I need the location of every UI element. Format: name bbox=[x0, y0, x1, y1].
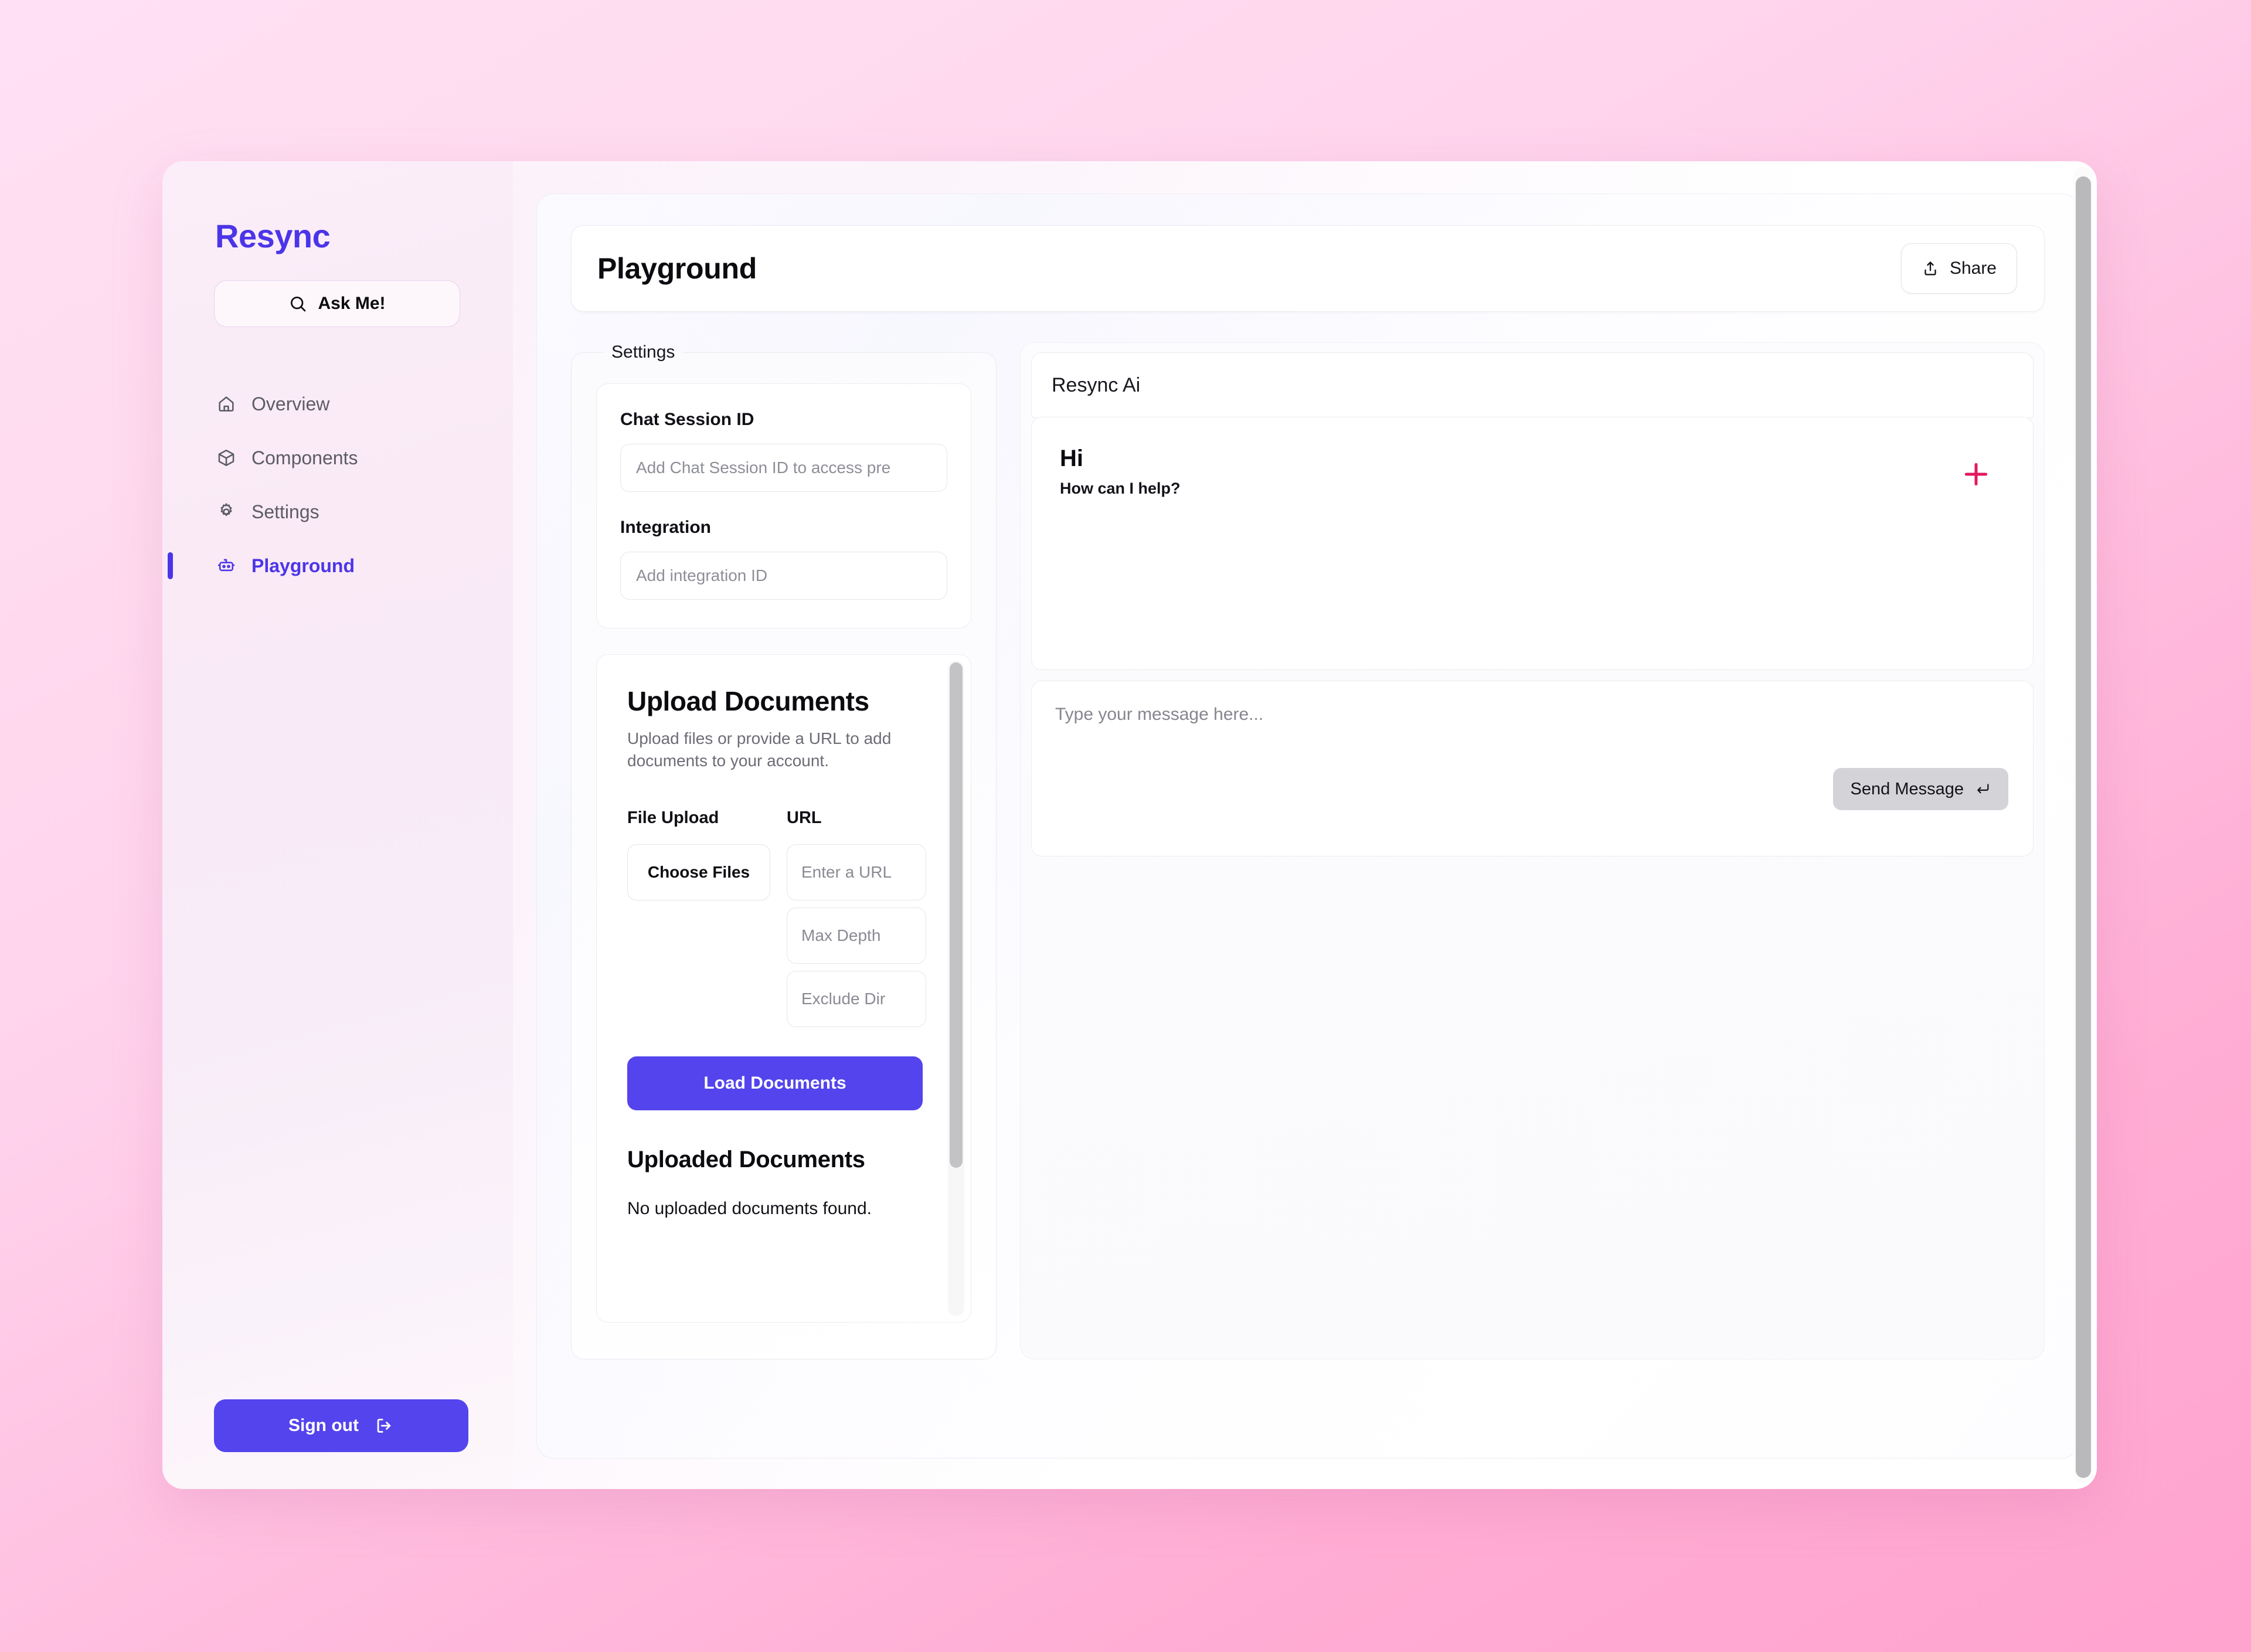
send-message-label: Send Message bbox=[1850, 779, 1964, 798]
share-button[interactable]: Share bbox=[1900, 243, 2017, 294]
upload-documents-content: Upload Documents Upload files or provide… bbox=[597, 655, 971, 1322]
settings-panel: Settings Chat Session ID Integration Upl… bbox=[571, 342, 997, 1359]
load-documents-button[interactable]: Load Documents bbox=[627, 1056, 923, 1111]
assistant-name: Resync Ai bbox=[1052, 373, 1141, 396]
sign-out-button[interactable]: Sign out bbox=[214, 1399, 468, 1452]
main-card: Playground Share Settings Chat Session I… bbox=[536, 193, 2079, 1459]
page-header: Playground Share bbox=[571, 225, 2045, 312]
chat-panel: Resync Ai Hi How can I help? Type your m… bbox=[1020, 342, 2045, 1359]
upload-documents-description: Upload files or provide a URL to add doc… bbox=[627, 729, 892, 770]
plus-icon[interactable] bbox=[1960, 458, 1992, 490]
active-indicator bbox=[168, 552, 173, 579]
url-label: URL bbox=[787, 808, 822, 828]
chat-session-id-label: Chat Session ID bbox=[620, 410, 754, 429]
upload-documents-title: Upload Documents bbox=[627, 686, 869, 716]
greeting-title: Hi bbox=[1060, 446, 1083, 471]
sidebar-item-label: Overview bbox=[251, 393, 330, 414]
exclude-dirs-input[interactable] bbox=[787, 971, 926, 1028]
sidebar-item-components[interactable]: Components bbox=[162, 431, 513, 485]
url-column: URL bbox=[787, 808, 926, 1028]
uploaded-documents-empty: No uploaded documents found. bbox=[627, 1199, 872, 1219]
file-upload-column: File Upload Choose Files bbox=[627, 808, 770, 1027]
file-upload-label: File Upload bbox=[627, 808, 719, 828]
choose-files-button[interactable]: Choose Files bbox=[627, 844, 770, 901]
greeting-subtitle: How can I help? bbox=[1060, 480, 1181, 497]
main-region: Playground Share Settings Chat Session I… bbox=[513, 161, 2097, 1489]
robot-icon bbox=[215, 555, 237, 577]
send-message-button[interactable]: Send Message bbox=[1832, 768, 2008, 810]
sidebar-item-overview[interactable]: Overview bbox=[162, 377, 513, 431]
uploaded-documents-title: Uploaded Documents bbox=[627, 1147, 865, 1173]
window-scrollbar-track[interactable] bbox=[2073, 167, 2093, 1483]
upload-inputs-grid: File Upload Choose Files URL bbox=[627, 808, 943, 1028]
sidebar-item-label: Settings bbox=[251, 501, 319, 522]
search-icon bbox=[288, 294, 307, 313]
sign-out-label: Sign out bbox=[288, 1416, 359, 1435]
upload-scrollbar-track[interactable] bbox=[948, 661, 964, 1316]
home-icon bbox=[215, 393, 237, 415]
chat-session-id-input[interactable] bbox=[620, 444, 947, 492]
ask-me-button[interactable]: Ask Me! bbox=[214, 280, 460, 327]
sidebar-item-label: Components bbox=[251, 447, 358, 468]
window-scrollbar-thumb[interactable] bbox=[2076, 176, 2091, 1478]
chat-thread: Hi How can I help? bbox=[1031, 417, 2034, 670]
upload-scrollbar-thumb[interactable] bbox=[950, 662, 963, 1168]
chat-composer: Send Message bbox=[1031, 681, 2034, 856]
share-icon bbox=[1922, 260, 1939, 277]
enter-return-icon bbox=[1974, 781, 1991, 797]
playground-body: Settings Chat Session ID Integration Upl… bbox=[571, 342, 2045, 1359]
sidebar-item-settings[interactable]: Settings bbox=[162, 485, 513, 539]
integration-label: Integration bbox=[620, 518, 711, 537]
upload-documents-card: Upload Documents Upload files or provide… bbox=[596, 654, 971, 1323]
share-label: Share bbox=[1949, 259, 1997, 278]
sidebar-item-playground[interactable]: Playground bbox=[162, 539, 513, 593]
logout-icon bbox=[374, 1416, 394, 1436]
max-depth-input[interactable] bbox=[787, 907, 926, 964]
url-input[interactable] bbox=[787, 844, 926, 901]
ask-me-label: Ask Me! bbox=[318, 294, 386, 313]
sidebar: Resync Ask Me! Overview Components Setti… bbox=[162, 161, 513, 1489]
session-settings-card: Chat Session ID Integration bbox=[596, 383, 971, 628]
brand-logo: Resync bbox=[215, 217, 331, 254]
sidebar-item-label: Playground bbox=[251, 555, 355, 576]
app-window: Resync Ask Me! Overview Components Setti… bbox=[162, 161, 2097, 1489]
chat-header: Resync Ai bbox=[1031, 352, 2034, 418]
message-input[interactable] bbox=[1055, 705, 2007, 752]
sidebar-nav: Overview Components Settings Playground bbox=[162, 377, 513, 593]
page-title: Playground bbox=[597, 252, 757, 285]
settings-legend: Settings bbox=[611, 342, 675, 362]
integration-id-input[interactable] bbox=[620, 552, 947, 600]
cube-icon bbox=[215, 447, 237, 469]
gear-icon bbox=[215, 501, 237, 523]
